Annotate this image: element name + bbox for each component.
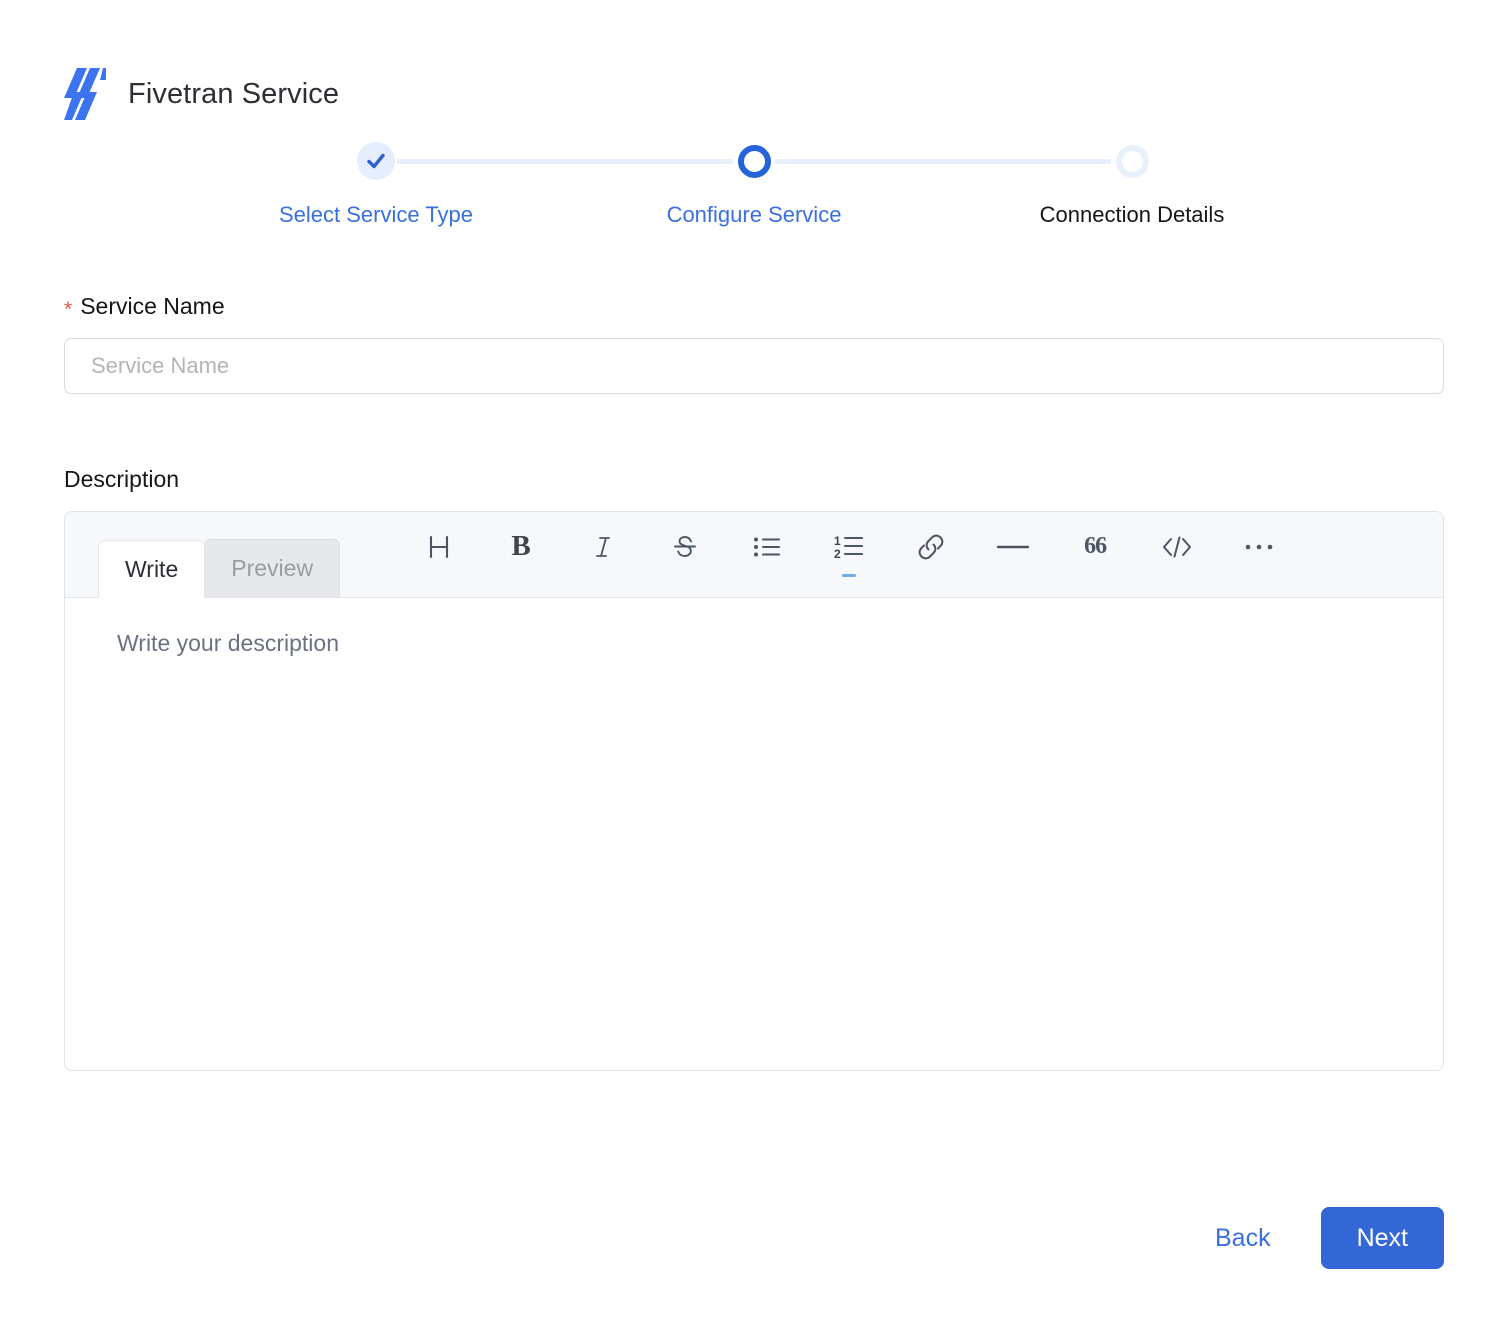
heading-icon[interactable] — [398, 524, 480, 570]
strikethrough-icon[interactable] — [644, 524, 726, 570]
bullet-list-icon[interactable] — [726, 524, 808, 570]
step-node-1[interactable] — [353, 138, 399, 184]
check-icon — [357, 142, 395, 180]
stepper-labels: Select Service Type Configure Service Co… — [64, 200, 1444, 236]
editor-toolbar: Write Preview B 1 2 66 — [65, 512, 1443, 598]
tab-preview[interactable]: Preview — [204, 539, 341, 597]
stepper-connector-1 — [397, 158, 733, 164]
description-placeholder: Write your description — [117, 630, 339, 656]
horizontal-rule-icon[interactable] — [972, 524, 1054, 570]
description-editor-body[interactable]: Write your description — [65, 598, 1443, 1070]
blockquote-glyph: 66 — [1084, 533, 1107, 559]
code-icon[interactable] — [1136, 524, 1218, 570]
fivetran-logo-icon — [64, 66, 106, 122]
italic-icon[interactable] — [562, 524, 644, 570]
tab-write[interactable]: Write — [98, 540, 206, 598]
numbered-list-icon[interactable]: 1 2 — [808, 524, 890, 570]
bold-glyph: B — [511, 530, 531, 562]
svg-text:2: 2 — [834, 547, 841, 560]
step-label-connection-details[interactable]: Connection Details — [1040, 200, 1225, 230]
more-options-icon[interactable] — [1218, 524, 1300, 570]
wizard-stepper: Select Service Type Configure Service Co… — [64, 138, 1444, 248]
service-name-label-text: Service Name — [80, 293, 225, 319]
configure-service-page: Fivetran Service Select Service Type Con… — [0, 0, 1506, 1340]
wizard-footer: Back Next — [1213, 1207, 1444, 1269]
service-name-field-block: * Service Name — [64, 291, 1444, 394]
stepper-track — [64, 138, 1444, 184]
service-name-label: * Service Name — [64, 291, 1444, 321]
service-name-input[interactable] — [64, 338, 1444, 394]
step-node-3[interactable] — [1109, 138, 1155, 184]
circle-icon-todo — [1115, 144, 1149, 178]
stepper-connector-2 — [775, 158, 1111, 164]
description-label: Description — [64, 464, 1444, 494]
circle-icon-active — [737, 144, 771, 178]
link-icon[interactable] — [890, 524, 972, 570]
page-title: Fivetran Service — [128, 77, 340, 110]
editor-tabs: Write Preview — [98, 512, 341, 598]
step-label-select-service-type[interactable]: Select Service Type — [279, 200, 473, 230]
step-node-2[interactable] — [731, 138, 777, 184]
description-label-text: Description — [64, 466, 180, 492]
description-field-block: Description Write Preview B 1 2 66 Write… — [64, 464, 1444, 1071]
bold-icon[interactable]: B — [480, 524, 562, 570]
svg-text:1: 1 — [834, 534, 841, 548]
editor-tool-icons: B 1 2 66 — [398, 512, 1300, 597]
back-button[interactable]: Back — [1213, 1220, 1273, 1257]
next-button[interactable]: Next — [1320, 1207, 1444, 1269]
blockquote-icon[interactable]: 66 — [1054, 524, 1136, 570]
page-header: Fivetran Service — [64, 62, 339, 126]
required-asterisk: * — [64, 298, 73, 321]
step-label-configure-service[interactable]: Configure Service — [667, 200, 842, 230]
markdown-editor: Write Preview B 1 2 66 Write your descri… — [64, 511, 1444, 1071]
